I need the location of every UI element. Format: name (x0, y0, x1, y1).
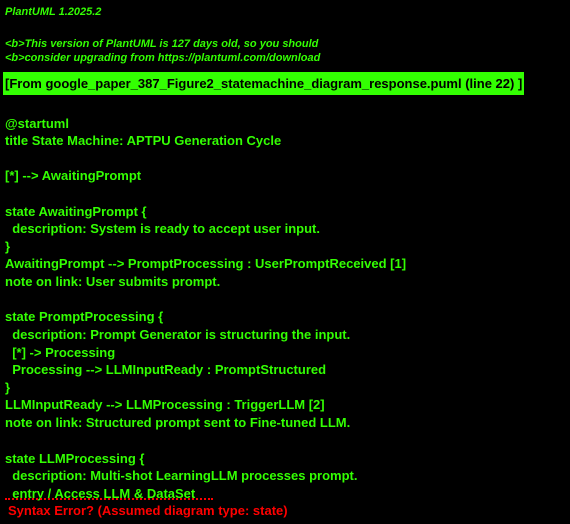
source-line: note on link: User submits prompt. (5, 274, 221, 289)
plantuml-error-render: { "header": { "version": "PlantUML 1.202… (0, 0, 570, 524)
source-line: state LLMProcessing { (5, 451, 145, 466)
error-underline (5, 498, 213, 500)
upgrade-warning-line-2: <b>consider upgrading from https://plant… (5, 52, 321, 64)
version-label: PlantUML 1.2025.2 (5, 6, 102, 18)
source-line: Processing --> LLMInputReady : PromptStr… (5, 362, 327, 377)
source-line: } (5, 239, 11, 254)
file-reference-banner: [From google_paper_387_Figure2_statemach… (3, 72, 525, 95)
source-line: LLMInputReady --> LLMProcessing : Trigge… (5, 397, 325, 412)
upgrade-warning-line-1: <b>This version of PlantUML is 127 days … (5, 38, 319, 50)
source-line: } (5, 380, 11, 395)
source-line: description: Prompt Generator is structu… (5, 327, 351, 342)
syntax-error-message: Syntax Error? (Assumed diagram type: sta… (8, 503, 288, 518)
source-line: @startuml (5, 116, 69, 131)
source-line: AwaitingPrompt --> PromptProcessing : Us… (5, 256, 407, 271)
source-line: state PromptProcessing { (5, 309, 164, 324)
source-line: [*] -> Processing (5, 345, 116, 360)
source-line: [*] --> AwaitingPrompt (5, 168, 142, 183)
source-line: state AwaitingPrompt { (5, 204, 147, 219)
source-line: description: System is ready to accept u… (5, 221, 320, 236)
source-line: description: Multi-shot LearningLLM proc… (5, 468, 358, 483)
source-line: title State Machine: APTPU Generation Cy… (5, 133, 282, 148)
source-line: note on link: Structured prompt sent to … (5, 415, 351, 430)
